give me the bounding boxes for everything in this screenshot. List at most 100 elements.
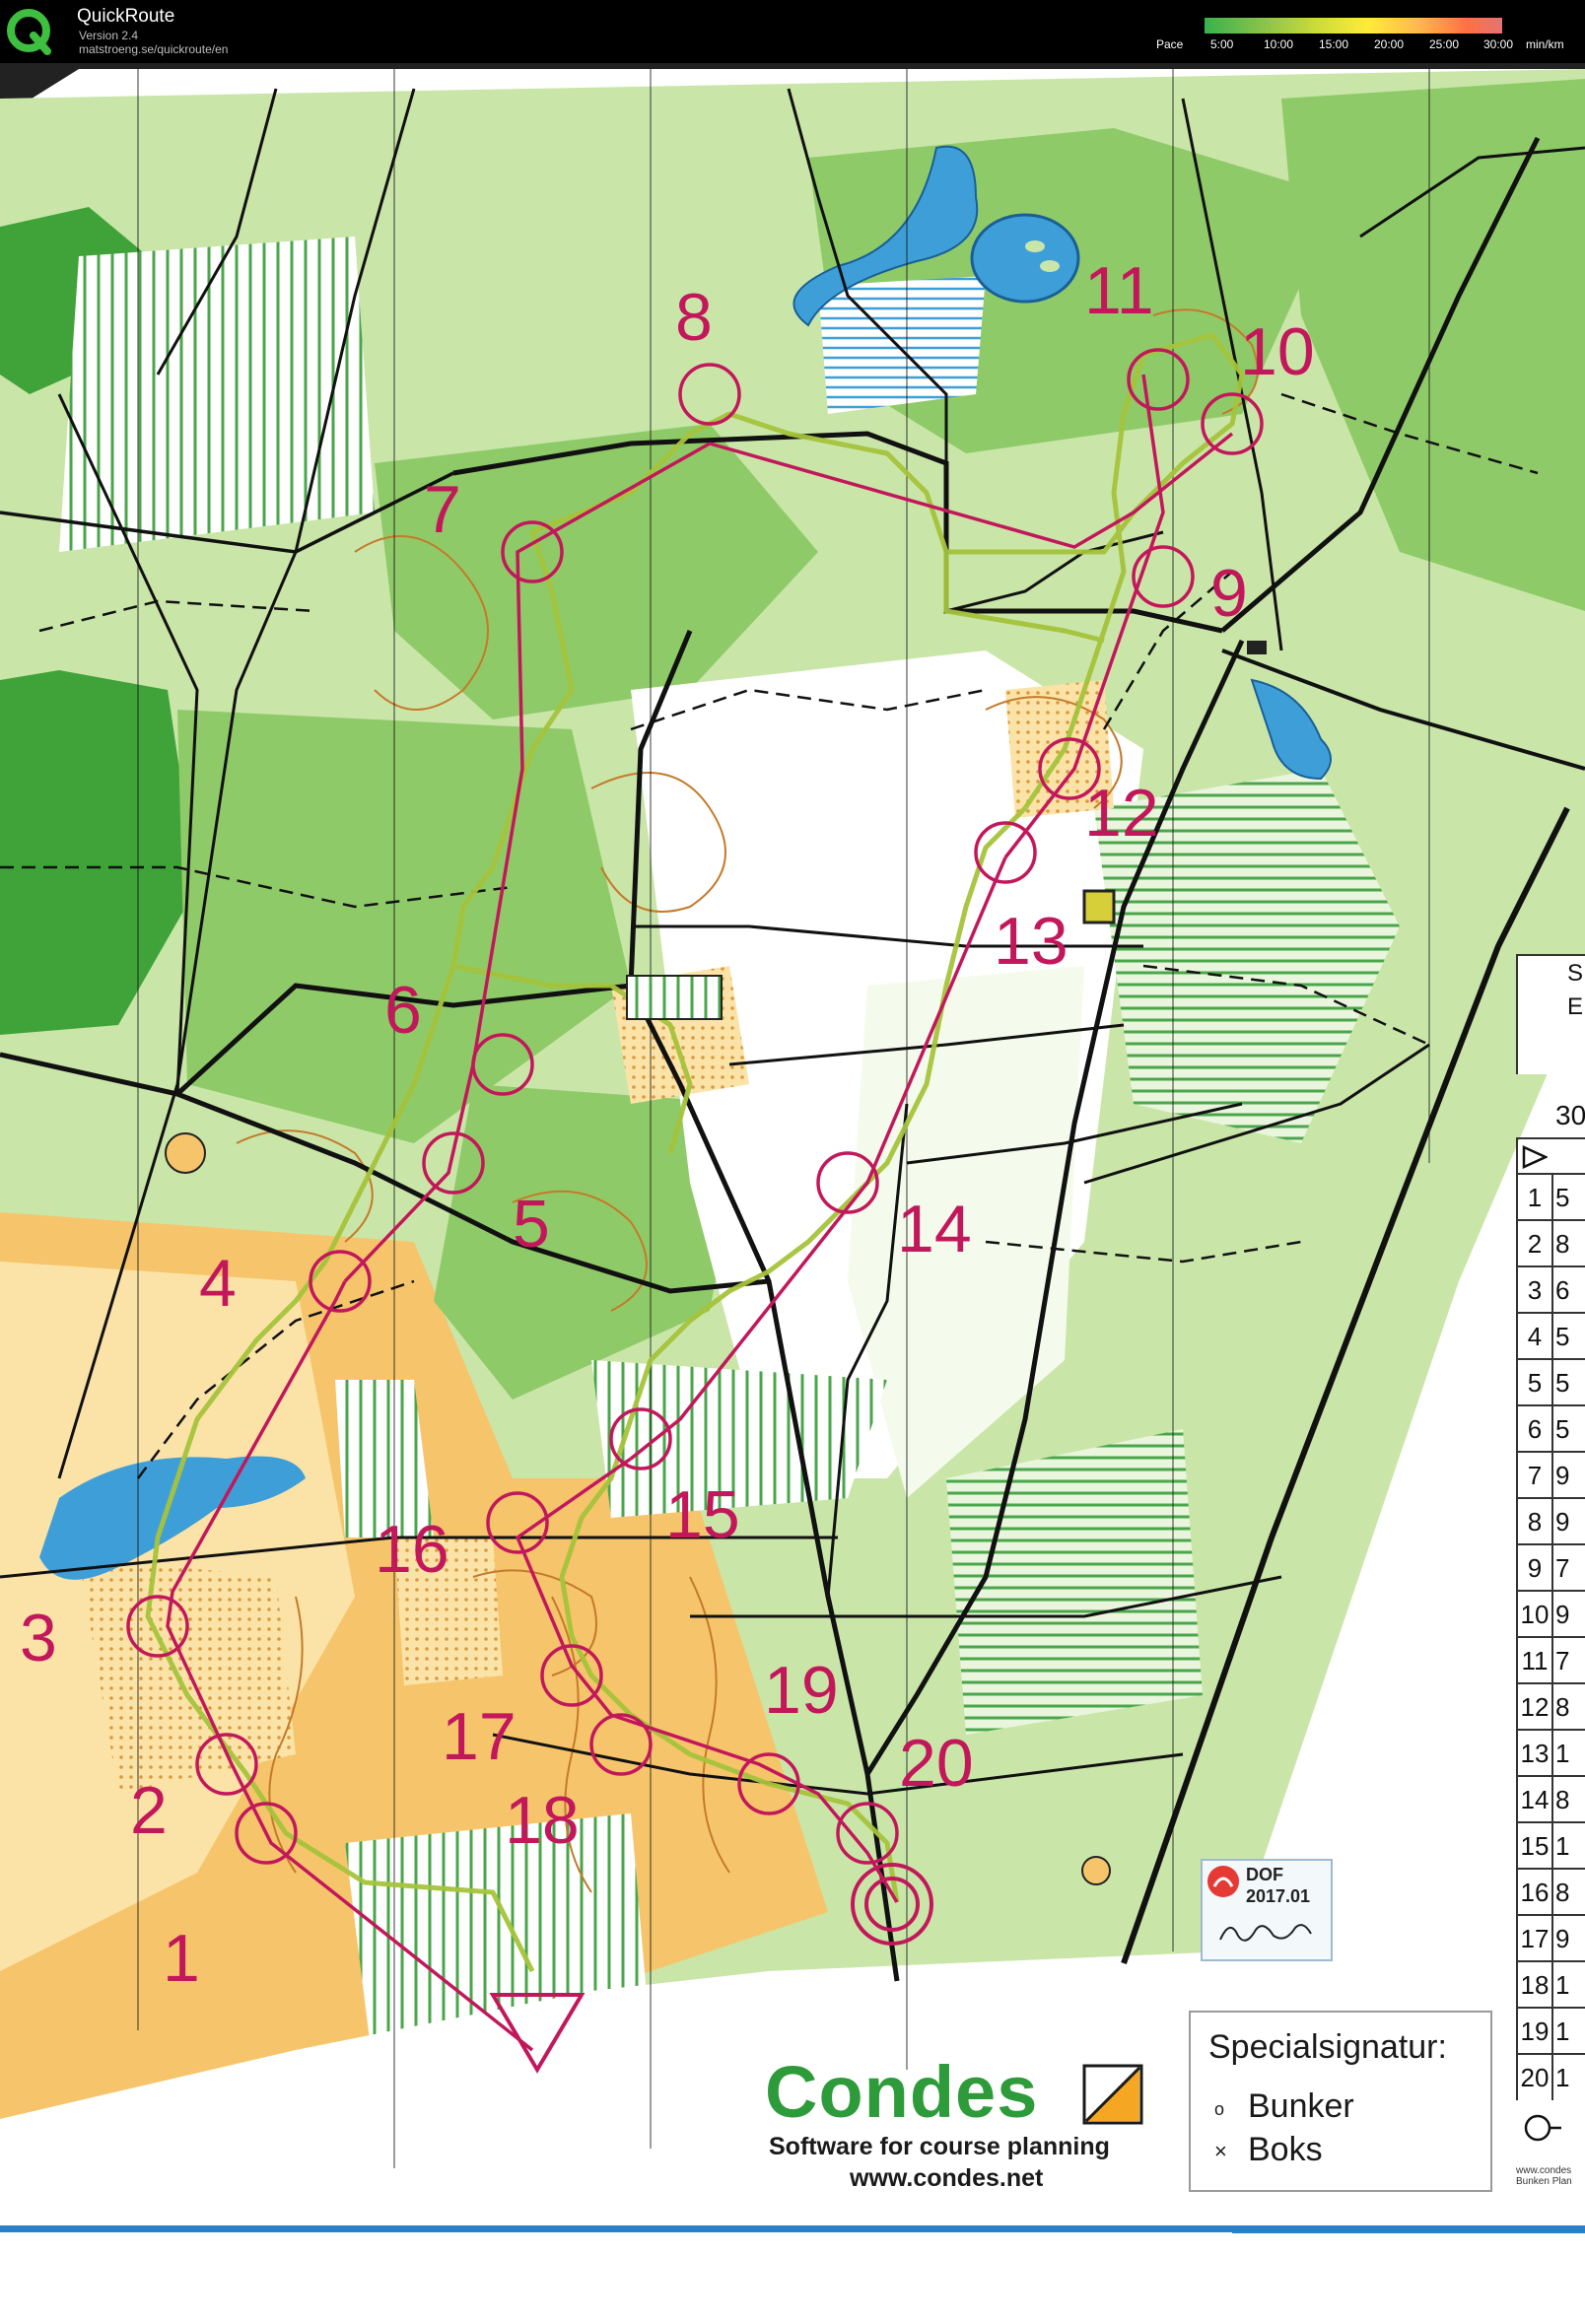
control-number-1: 1 [163, 1921, 200, 1996]
table-row: 16 8 [1516, 1868, 1585, 1915]
condes-advert: Condes Software for course planning www.… [765, 2050, 1159, 2192]
table-row: 18 1 [1516, 1960, 1585, 2008]
control-number-11: 11 [1084, 253, 1154, 328]
table-row-number: 6 [1518, 1406, 1553, 1452]
table-row-code: 7 [1555, 1553, 1570, 1583]
table-row-code: 5 [1555, 1368, 1570, 1398]
table-header: S E 30 [1516, 954, 1585, 1130]
control-number-3: 3 [20, 1601, 57, 1675]
control-number-6: 6 [384, 973, 422, 1048]
box-symbol-icon: × [1214, 2139, 1227, 2163]
table-row: 79 [1516, 1451, 1585, 1498]
table-row: 20 1 [1516, 2053, 1585, 2100]
control-number-9: 9 [1210, 556, 1248, 631]
table-row-number: 8 [1518, 1499, 1553, 1544]
condes-logo-icon [1082, 2064, 1143, 2125]
table-header-1: S [1567, 960, 1584, 987]
table-row: 12 8 [1516, 1682, 1585, 1730]
table-row-code: 5 [1555, 1322, 1570, 1351]
table-row-code: 1 [1555, 2016, 1570, 2046]
table-row-code: 9 [1555, 1924, 1570, 1953]
table-row-code: 7 [1555, 1646, 1570, 1675]
condes-logo-text: Condes [765, 2051, 1039, 2133]
bunker-symbol-icon: o [1214, 2099, 1225, 2119]
building-feature [1082, 889, 1116, 924]
table-row: 19 1 [1516, 2007, 1585, 2054]
bunker-label: Bunker [1248, 2087, 1354, 2125]
quickroute-header: QuickRoute Version 2.4 matstroeng.se/qui… [0, 0, 1585, 63]
table-row: 17 9 [1516, 1914, 1585, 1961]
table-row: 15 1 [1516, 1821, 1585, 1869]
table-length: 30 [1555, 1100, 1585, 1130]
table-row-number: 17 [1518, 1916, 1553, 1961]
table-row-number: 18 [1518, 1962, 1553, 2008]
hatched-area [626, 975, 723, 1020]
pace-unit: min/km [1526, 37, 1564, 51]
app-version: Version 2.4 [79, 29, 139, 42]
control-number-2: 2 [130, 1773, 168, 1848]
table-row-code: 1 [1555, 1831, 1570, 1861]
table-header-2: E [1567, 993, 1584, 1020]
pace-tick-5: 25:00 [1429, 37, 1460, 51]
pace-tick-2: 10:00 [1264, 37, 1294, 51]
dof-text: DOF [1246, 1865, 1283, 1884]
table-row: 45 [1516, 1312, 1585, 1359]
condes-url: www.condes.net [850, 2164, 1044, 2192]
orienteering-map[interactable]: 1 2 3 4 5 6 7 8 9 10 11 12 13 14 15 16 1… [0, 63, 1585, 2324]
control-number-5: 5 [513, 1187, 550, 1262]
terrain-layer [0, 63, 1585, 2324]
table-footer-line-2: Bunken Plan [1516, 2176, 1572, 2187]
table-row-code: 9 [1555, 1600, 1570, 1629]
finish-icon [1524, 2114, 1561, 2142]
dof-stamp: DOF 2017.01 [1201, 1859, 1333, 1961]
table-row-number: 11 [1518, 1638, 1553, 1683]
table-row: 55 [1516, 1358, 1585, 1405]
app-url: matstroeng.se/quickroute/en [79, 42, 229, 56]
control-number-18: 18 [505, 1783, 580, 1858]
table-row-number: 2 [1518, 1221, 1553, 1266]
signature-icon [1219, 1924, 1312, 1942]
table-row-code: 8 [1555, 1785, 1570, 1814]
table-row-code: 9 [1555, 1507, 1570, 1537]
table-row-number: 3 [1518, 1267, 1553, 1313]
table-footer-line-1: www.condes [1516, 2165, 1572, 2176]
table-row: 97 [1516, 1543, 1585, 1591]
table-row: 65 [1516, 1404, 1585, 1452]
control-number-16: 16 [375, 1512, 449, 1587]
table-row-number: 10 [1518, 1592, 1553, 1637]
table-row-number: 9 [1518, 1545, 1553, 1591]
control-number-13: 13 [994, 904, 1068, 979]
special-symbols-title: Specialsignatur: [1208, 2028, 1447, 2066]
table-row-code: 9 [1555, 1461, 1570, 1490]
condes-tagline: Software for course planning [769, 2133, 1110, 2160]
table-row-code: 6 [1555, 1275, 1570, 1305]
table-row: 36 [1516, 1265, 1585, 1313]
control-number-17: 17 [442, 1699, 517, 1774]
table-row: 10 9 [1516, 1590, 1585, 1637]
table-row-number: 5 [1518, 1360, 1553, 1405]
bridge-feature [1247, 641, 1267, 654]
table-row-number: 19 [1518, 2009, 1553, 2054]
control-number-19: 19 [764, 1653, 839, 1728]
control-number-8: 8 [675, 280, 713, 355]
table-row-code: 1 [1555, 2063, 1570, 2092]
control-number-7: 7 [424, 472, 461, 547]
table-row-code: 1 [1555, 1739, 1570, 1768]
control-number-4: 4 [199, 1246, 237, 1321]
table-start-row [1516, 1137, 1585, 1175]
pace-tick-1: 5:00 [1210, 37, 1234, 51]
table-row: 28 [1516, 1219, 1585, 1266]
feature-point [1081, 1856, 1111, 1885]
dof-version: 2017.01 [1246, 1886, 1311, 1906]
table-row-number: 4 [1518, 1314, 1553, 1359]
table-row: 14 8 [1516, 1775, 1585, 1822]
table-footer: www.condes Bunken Plan [1516, 2165, 1572, 2187]
pace-tick-6: 30:00 [1483, 37, 1514, 51]
quickroute-logo-icon [7, 9, 51, 55]
table-row-number: 7 [1518, 1453, 1553, 1498]
table-row-code: 8 [1555, 1229, 1570, 1259]
start-triangle-icon [1522, 1145, 1548, 1169]
table-row-code: 8 [1555, 1878, 1570, 1907]
table-row-number: 20 [1518, 2055, 1553, 2100]
app-name: QuickRoute [77, 6, 175, 27]
